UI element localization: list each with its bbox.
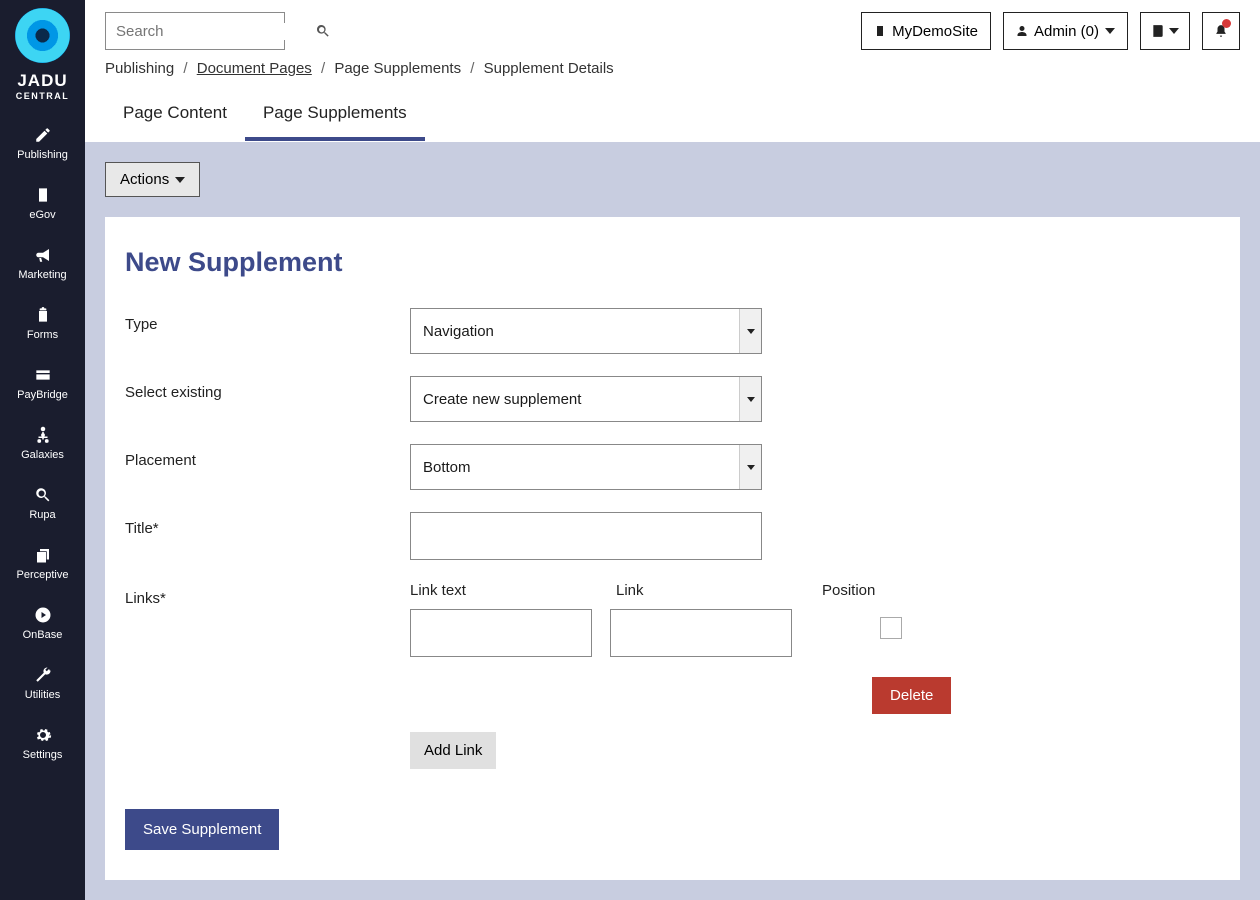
- sidebar-item-label: Rupa: [29, 509, 55, 521]
- bullhorn-icon: [33, 245, 53, 265]
- notification-dot: [1222, 19, 1231, 28]
- logo: JADU CENTRAL: [15, 8, 70, 101]
- link-text-header: Link text: [410, 582, 598, 599]
- link-input[interactable]: [610, 609, 792, 657]
- select-existing-value: Create new supplement: [410, 376, 762, 422]
- content-area: Actions New Supplement Type Navigation S…: [85, 142, 1260, 900]
- notifications-button[interactable]: [1202, 12, 1240, 50]
- logo-icon: [15, 8, 70, 63]
- links-label: Links*: [125, 582, 410, 607]
- sidebar-item-marketing[interactable]: Marketing: [0, 233, 85, 293]
- sidebar-item-label: Marketing: [18, 269, 66, 281]
- panel-title: New Supplement: [125, 247, 1220, 278]
- breadcrumb-item: Publishing: [105, 60, 174, 77]
- breadcrumb-item-link[interactable]: Document Pages: [197, 60, 312, 77]
- sidebar-item-utilities[interactable]: Utilities: [0, 653, 85, 713]
- tab-page-supplements[interactable]: Page Supplements: [245, 89, 425, 141]
- type-label: Type: [125, 308, 410, 333]
- search-icon: [33, 485, 53, 505]
- play-circle-icon: [33, 605, 53, 625]
- clipboard-icon: [33, 305, 53, 325]
- sidebar-item-forms[interactable]: Forms: [0, 293, 85, 353]
- user-menu[interactable]: Admin (0): [1003, 12, 1128, 50]
- sidebar-item-rupa[interactable]: Rupa: [0, 473, 85, 533]
- sidebar-item-label: Galaxies: [21, 449, 64, 461]
- sidebar-item-label: Publishing: [17, 149, 68, 161]
- user-label: Admin (0): [1034, 23, 1099, 40]
- topbar: MyDemoSite Admin (0): [85, 0, 1260, 60]
- sidebar: JADU CENTRAL Publishing eGov Marketing F…: [0, 0, 85, 900]
- pencil-icon: [33, 125, 53, 145]
- links-row: [410, 609, 1010, 657]
- position-header: Position: [822, 582, 1010, 599]
- logo-sub: CENTRAL: [16, 91, 70, 101]
- save-supplement-button[interactable]: Save Supplement: [125, 809, 279, 850]
- sidebar-item-label: eGov: [29, 209, 55, 221]
- card-icon: [33, 365, 53, 385]
- title-label: Title*: [125, 512, 410, 537]
- site-selector[interactable]: MyDemoSite: [861, 12, 991, 50]
- breadcrumb: Publishing / Document Pages / Page Suppl…: [85, 60, 1260, 89]
- sidebar-item-egov[interactable]: eGov: [0, 173, 85, 233]
- add-link-button[interactable]: Add Link: [410, 732, 496, 769]
- caret-down-icon: [175, 177, 185, 183]
- sidebar-item-label: PayBridge: [17, 389, 68, 401]
- panel: New Supplement Type Navigation Select ex…: [105, 217, 1240, 880]
- link-header: Link: [616, 582, 804, 599]
- sidebar-item-label: OnBase: [23, 629, 63, 641]
- sidebar-item-onbase[interactable]: OnBase: [0, 593, 85, 653]
- tabs: Page Content Page Supplements: [85, 89, 1260, 142]
- search-input[interactable]: [116, 23, 315, 40]
- sidebar-item-paybridge[interactable]: PayBridge: [0, 353, 85, 413]
- book-icon: [1151, 24, 1165, 38]
- placement-select[interactable]: Bottom: [410, 444, 762, 490]
- building-icon: [33, 185, 53, 205]
- search-icon[interactable]: [315, 23, 331, 39]
- sidebar-item-label: Perceptive: [17, 569, 69, 581]
- sitemap-icon: [33, 425, 53, 445]
- sidebar-item-label: Utilities: [25, 689, 60, 701]
- type-select[interactable]: Navigation: [410, 308, 762, 354]
- book-menu[interactable]: [1140, 12, 1190, 50]
- building-icon: [874, 24, 886, 38]
- wrench-icon: [33, 665, 53, 685]
- breadcrumb-item: Page Supplements: [334, 60, 461, 77]
- sidebar-item-settings[interactable]: Settings: [0, 713, 85, 773]
- actions-label: Actions: [120, 171, 169, 188]
- sidebar-item-label: Forms: [27, 329, 58, 341]
- placement-value: Bottom: [410, 444, 762, 490]
- delete-button[interactable]: Delete: [872, 677, 951, 714]
- user-icon: [1016, 24, 1028, 38]
- copy-icon: [33, 545, 53, 565]
- sidebar-item-perceptive[interactable]: Perceptive: [0, 533, 85, 593]
- title-input[interactable]: [410, 512, 762, 560]
- gear-icon: [33, 725, 53, 745]
- search-box[interactable]: [105, 12, 285, 50]
- select-existing-select[interactable]: Create new supplement: [410, 376, 762, 422]
- sidebar-item-galaxies[interactable]: Galaxies: [0, 413, 85, 473]
- type-value: Navigation: [410, 308, 762, 354]
- select-existing-label: Select existing: [125, 376, 410, 401]
- site-label: MyDemoSite: [892, 23, 978, 40]
- link-text-input[interactable]: [410, 609, 592, 657]
- caret-down-icon: [1169, 28, 1179, 34]
- sidebar-item-publishing[interactable]: Publishing: [0, 113, 85, 173]
- breadcrumb-item: Supplement Details: [484, 60, 614, 77]
- caret-down-icon: [1105, 28, 1115, 34]
- actions-button[interactable]: Actions: [105, 162, 200, 197]
- tab-page-content[interactable]: Page Content: [105, 89, 245, 141]
- logo-brand: JADU: [17, 71, 67, 91]
- sidebar-item-label: Settings: [23, 749, 63, 761]
- placement-label: Placement: [125, 444, 410, 469]
- position-checkbox[interactable]: [880, 617, 902, 639]
